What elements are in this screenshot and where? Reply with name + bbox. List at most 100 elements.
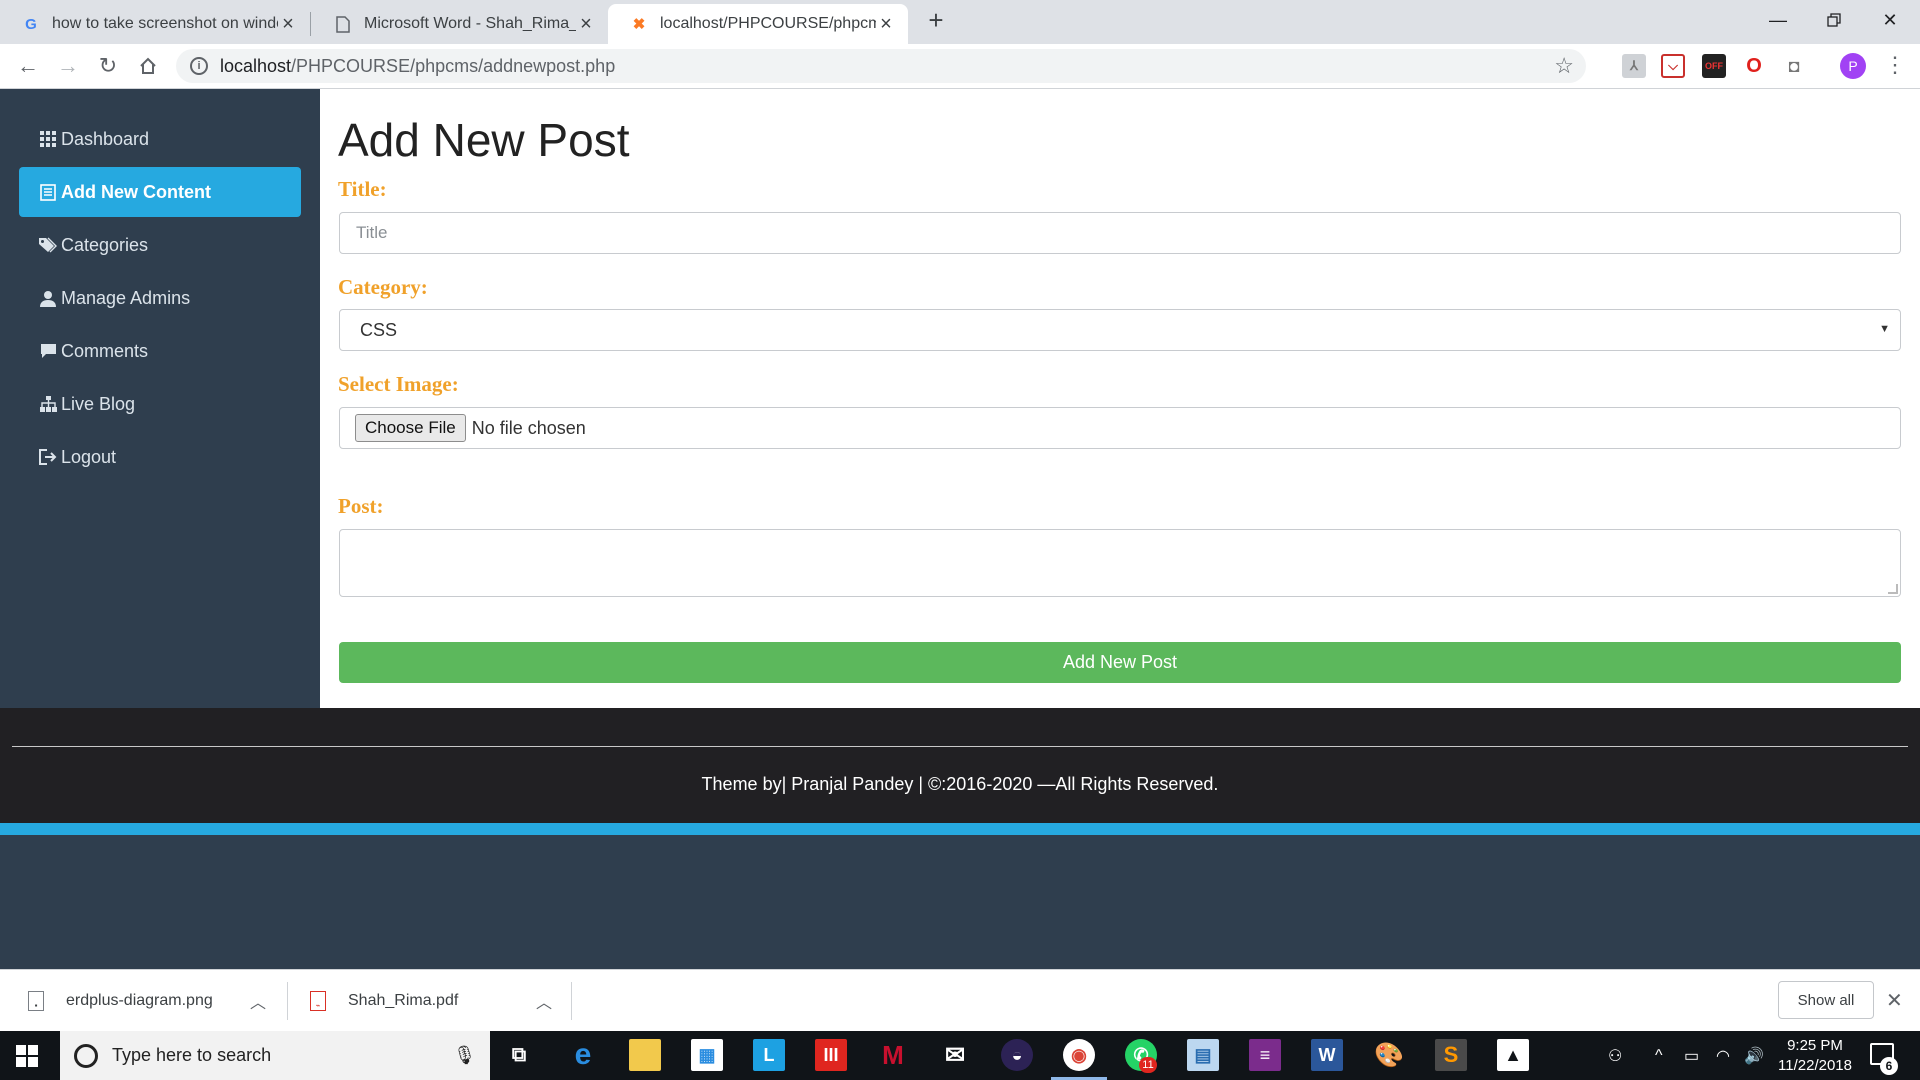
image-file-input[interactable]: Choose File No file chosen	[339, 407, 1901, 449]
sidebar-item-label: Comments	[61, 340, 149, 361]
bookmark-star-icon[interactable]: ☆	[1554, 53, 1574, 79]
sidebar-item-label: Dashboard	[61, 128, 150, 149]
sidebar-item-live-blog[interactable]: Live Blog	[19, 379, 301, 429]
home-icon[interactable]	[134, 52, 162, 80]
off-extension-icon[interactable]: OFF	[1702, 54, 1726, 78]
browser-tab-localhost[interactable]: ✖ localhost/PHPCOURSE/phpcms/a ×	[608, 4, 908, 44]
category-select[interactable]: CSS ▼	[339, 309, 1901, 351]
winrar-icon[interactable]: ≡	[1249, 1039, 1281, 1071]
close-icon[interactable]: ×	[576, 13, 596, 36]
sidebar-item-label: Live Blog	[61, 393, 136, 414]
select-image-label: Select Image:	[338, 372, 459, 396]
minimize-icon[interactable]: —	[1750, 0, 1806, 40]
battery-icon[interactable]: ▭	[1684, 1031, 1699, 1080]
word-icon[interactable]: W	[1311, 1039, 1343, 1071]
clock-date: 11/22/2018	[1778, 1057, 1852, 1074]
file-explorer-icon[interactable]	[629, 1039, 661, 1071]
taskbar-search-box[interactable]: Type here to search 🎙	[60, 1031, 490, 1080]
sidebar-item-categories[interactable]: Categories	[19, 220, 301, 270]
category-selected-value: CSS	[360, 319, 398, 340]
mail-icon[interactable]: ✉	[939, 1039, 971, 1071]
microphone-icon[interactable]: 🎙	[453, 1045, 476, 1066]
window-close-icon[interactable]: ✕	[1862, 0, 1918, 40]
profile-avatar[interactable]: P	[1840, 53, 1866, 79]
post-label: Post:	[338, 494, 384, 518]
browser-tab-google[interactable]: G how to take screenshot on windo ×	[0, 4, 310, 44]
paint-palette-icon[interactable]: 🎨	[1373, 1039, 1405, 1071]
tags-icon	[37, 237, 59, 253]
paint-app-icon[interactable]: ▤	[1187, 1039, 1219, 1071]
list-icon	[37, 183, 59, 201]
restore-icon[interactable]	[1806, 0, 1862, 40]
pdf-extension-icon[interactable]: ⅄	[1622, 54, 1646, 78]
download-separator	[571, 982, 572, 1020]
chevron-up-icon[interactable]: ︿	[536, 989, 552, 1013]
eclipse-icon[interactable]: ◒	[1001, 1039, 1033, 1071]
browser-tab-word[interactable]: Microsoft Word - Shah_Rima_onc ×	[312, 4, 608, 44]
image-file-icon: ▪	[28, 991, 44, 1011]
close-icon[interactable]: ×	[876, 13, 896, 36]
browser-toolbar: ← → ↻ i localhost/PHPCOURSE/phpcms/addne…	[0, 44, 1920, 89]
whatsapp-badge: 11	[1139, 1057, 1157, 1073]
forward-icon[interactable]: →	[54, 52, 82, 80]
google-icon: G	[25, 15, 37, 33]
download-separator	[287, 982, 288, 1020]
sidebar-item-label: Categories	[61, 234, 149, 255]
comment-icon	[37, 343, 59, 359]
menu-icon[interactable]: ⋮	[1884, 52, 1906, 78]
pdf-file-icon: ⌁	[310, 991, 326, 1011]
store-icon[interactable]: ▦	[691, 1039, 723, 1071]
reload-icon[interactable]: ↻	[94, 52, 122, 80]
file-status: No file chosen	[471, 417, 586, 438]
tab-title: how to take screenshot on windo	[52, 15, 278, 32]
sidebar-item-logout[interactable]: Logout	[19, 432, 301, 482]
add-new-post-button[interactable]: Add New Post	[339, 642, 1901, 683]
sidebar-item-add-new-content[interactable]: Add New Content	[19, 167, 301, 217]
lync-icon[interactable]: L	[753, 1039, 785, 1071]
chrome-icon[interactable]: ◉	[1063, 1039, 1095, 1071]
edge-icon[interactable]: e	[567, 1038, 599, 1071]
address-bar[interactable]: i localhost/PHPCOURSE/phpcms/addnewpost.…	[176, 49, 1586, 83]
resize-grip-icon[interactable]	[1888, 584, 1898, 594]
post-textarea[interactable]	[339, 529, 1901, 597]
opera-extension-icon[interactable]: O	[1742, 54, 1766, 78]
download-filename: erdplus-diagram.png	[66, 992, 213, 1009]
title-input[interactable]: Title	[339, 212, 1901, 254]
tab-title: localhost/PHPCOURSE/phpcms/a	[660, 15, 876, 32]
sidebar-item-manage-admins[interactable]: Manage Admins	[19, 273, 301, 323]
sidebar-item-comments[interactable]: Comments	[19, 326, 301, 376]
sidebar: Dashboard Add New Content Categories Man…	[0, 89, 320, 708]
tray-chevron-up-icon[interactable]: ^	[1655, 1031, 1663, 1080]
pocket-extension-icon[interactable]: ⌵	[1661, 54, 1685, 78]
task-view-icon[interactable]: ⧉	[503, 1039, 535, 1071]
chevron-up-icon[interactable]: ︿	[250, 989, 266, 1013]
sidebar-item-dashboard[interactable]: Dashboard	[19, 114, 301, 164]
windows-start-icon[interactable]	[16, 1045, 38, 1067]
camera-extension-icon[interactable]: ◘	[1782, 54, 1806, 78]
close-icon[interactable]: ×	[278, 13, 298, 36]
red-app-icon[interactable]: III	[815, 1039, 847, 1071]
people-icon[interactable]: ⚇	[1608, 1031, 1622, 1080]
photos-icon[interactable]: ▲	[1497, 1039, 1529, 1071]
sidebar-item-label: Manage Admins	[61, 287, 191, 308]
choose-file-button[interactable]: Choose File	[355, 414, 466, 442]
download-item[interactable]: ⌁ Shah_Rima.pdf ︿	[310, 970, 560, 1032]
wifi-icon[interactable]: ◠	[1716, 1031, 1730, 1080]
mcafee-icon[interactable]: M	[877, 1039, 909, 1071]
new-tab-icon[interactable]: +	[922, 6, 950, 34]
taskbar-clock[interactable]: 9:25 PM 11/22/2018	[1770, 1036, 1860, 1076]
close-icon[interactable]: ✕	[1886, 988, 1903, 1013]
document-icon	[334, 15, 352, 33]
sitemap-icon	[37, 396, 59, 412]
volume-icon[interactable]: 🔊	[1744, 1031, 1764, 1080]
download-item[interactable]: ▪ erdplus-diagram.png ︿	[28, 970, 278, 1032]
download-filename: Shah_Rima.pdf	[348, 992, 459, 1009]
back-icon[interactable]: ←	[14, 52, 42, 80]
page-title: Add New Post	[338, 114, 630, 166]
clock-time: 9:25 PM	[1787, 1037, 1843, 1054]
sublime-text-icon[interactable]: S	[1435, 1039, 1467, 1071]
info-icon[interactable]: i	[190, 57, 208, 75]
category-label: Category:	[338, 275, 428, 299]
show-all-button[interactable]: Show all	[1778, 981, 1874, 1019]
search-placeholder: Type here to search	[112, 1045, 272, 1065]
